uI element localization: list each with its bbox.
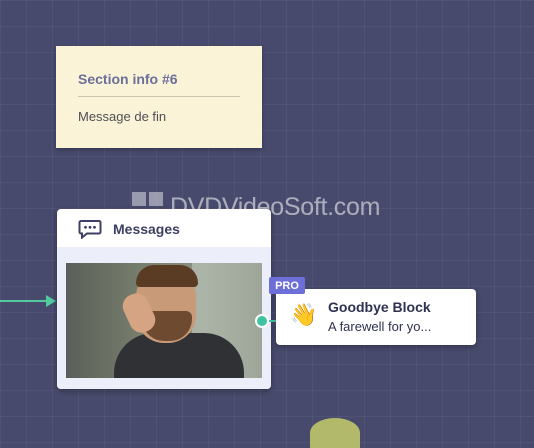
section-info-note[interactable]: Section info #6 Message de fin: [56, 46, 262, 148]
chat-bubble-icon: [78, 219, 102, 244]
watermark-text: DVDVideoSoft.com: [170, 193, 381, 221]
note-text: Message de fin: [78, 109, 167, 124]
note-divider: [78, 96, 240, 97]
goodbye-block-title: Goodbye Block: [328, 299, 431, 315]
goodbye-block-description: A farewell for yo...: [328, 319, 432, 334]
messages-block[interactable]: Messages: [57, 209, 271, 389]
partial-block-avatar: [310, 418, 360, 448]
incoming-connection-line: [0, 300, 48, 302]
watermark: DVDVideoSoft.com: [132, 192, 380, 223]
messages-block-title: Messages: [113, 221, 180, 237]
goodbye-block[interactable]: 👋 Goodbye Block A farewell for yo...: [276, 289, 476, 345]
animated-gif-image: [66, 263, 262, 378]
waving-hand-icon: 👋: [290, 302, 318, 327]
incoming-arrow-icon: [46, 295, 56, 307]
watermark-logo-icon: [132, 192, 163, 223]
output-connector-handle[interactable]: [255, 314, 269, 328]
pro-badge: PRO: [269, 277, 305, 294]
messages-block-body: [57, 247, 271, 389]
note-title: Section info #6: [78, 71, 178, 87]
